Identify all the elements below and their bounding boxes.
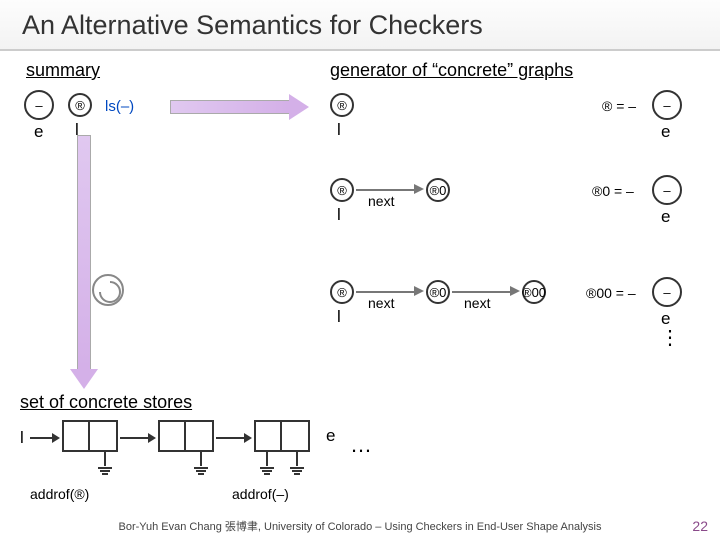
node-e-dash: – (24, 90, 54, 120)
r3-arrow2-head (510, 286, 520, 296)
mem-cell-3a (254, 420, 282, 452)
direction-circle (92, 274, 124, 306)
r2-edge-next: next (368, 193, 394, 209)
r3-eq: ®00 = – (586, 285, 636, 301)
r3-arrow1-head (414, 286, 424, 296)
r3-arrow1-line (356, 291, 416, 293)
r1-eq: ® = – (602, 98, 636, 114)
r1-node-dash: – (652, 90, 682, 120)
ground-3a (260, 452, 274, 475)
page-title: An Alternative Semantics for Checkers (0, 0, 720, 51)
r2-eq: ®0 = – (592, 183, 634, 199)
vertical-ellipsis: ⋮ (660, 335, 680, 341)
r3-node-alpha: ® (330, 280, 354, 304)
r3-edge-next1: next (368, 295, 394, 311)
r3-node-alphapp: ®00 (522, 280, 546, 304)
r2-node-alpha: ® (330, 178, 354, 202)
r2-arrow-line (356, 189, 416, 191)
r3-var-l: l (337, 307, 341, 327)
r1-node-alpha: ® (330, 93, 354, 117)
store-var-e: e (326, 426, 335, 446)
r2-var-l: l (337, 205, 341, 225)
summary-label: summary (26, 60, 100, 81)
ground-1 (98, 452, 112, 475)
mem-cell-2b (186, 420, 214, 452)
summary-to-generator-arrow (170, 96, 310, 118)
mem-cell-1a (62, 420, 90, 452)
ground-3b (290, 452, 304, 475)
r1-var-e: e (661, 122, 670, 142)
addrof-dash: addrof(–) (232, 486, 289, 502)
node-alpha-left: ® (68, 93, 92, 117)
r3-edge-next2: next (464, 295, 490, 311)
mem-cell-3b (282, 420, 310, 452)
set-of-stores-label: set of concrete stores (20, 392, 192, 413)
summary-to-stores-arrow (72, 135, 96, 390)
page-number: 22 (692, 518, 708, 534)
r2-node-dash: – (652, 175, 682, 205)
mem-arrow-1 (30, 437, 52, 439)
r1-var-l: l (337, 120, 341, 140)
mem-arrow-2 (120, 437, 148, 439)
r3-arrow2-line (452, 291, 512, 293)
mem-cell-1b (90, 420, 118, 452)
r2-node-alphap: ®0 (426, 178, 450, 202)
mem-cell-2a (158, 420, 186, 452)
r3-node-dash: – (652, 277, 682, 307)
addrof-alpha: addrof(®) (30, 486, 89, 502)
var-e-left: e (34, 122, 43, 142)
horizontal-ellipsis: … (350, 432, 374, 458)
store-var-l: l (20, 428, 24, 448)
r3-var-e: e (661, 309, 670, 329)
ground-2 (194, 452, 208, 475)
mem-arrow-3 (216, 437, 244, 439)
r3-node-alphap: ®0 (426, 280, 450, 304)
footer-text: Bor-Yuh Evan Chang 張博聿, University of Co… (0, 518, 720, 534)
generator-label: generator of “concrete” graphs (330, 60, 573, 81)
cycle-icon (94, 276, 126, 308)
edge-ls-label: ls(–) (105, 98, 134, 115)
r2-arrow-head (414, 184, 424, 194)
r2-var-e: e (661, 207, 670, 227)
